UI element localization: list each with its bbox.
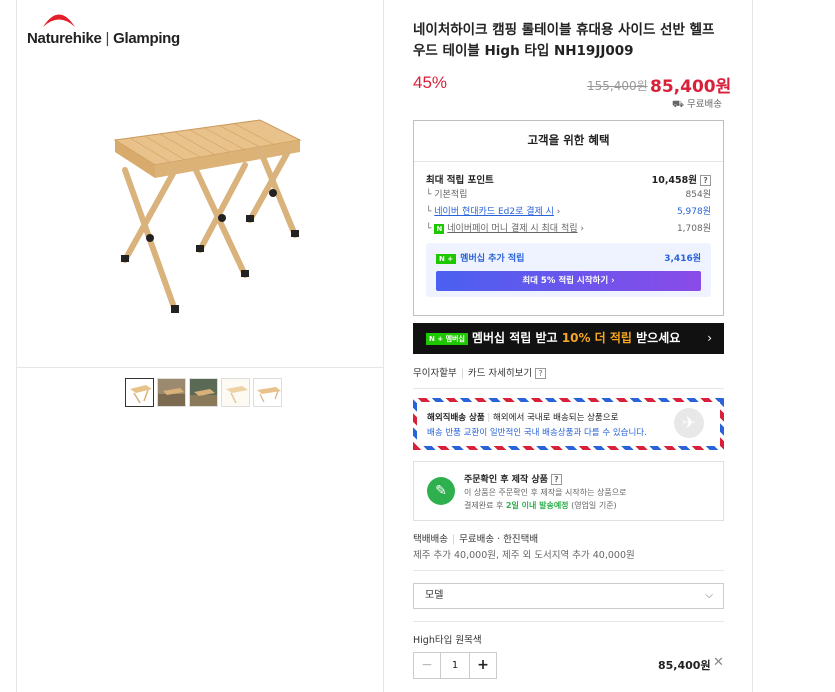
brand-logo[interactable]: Naturehike | Glamping — [27, 8, 187, 50]
divider — [413, 621, 724, 622]
help-icon[interactable]: ? — [550, 474, 562, 485]
divider — [413, 388, 724, 389]
card-detail-link[interactable]: 카드 자세히보기 — [468, 368, 532, 379]
product-main-image[interactable] — [85, 110, 315, 325]
delivery-extra-fee: 제주 추가 40,000원, 제주 외 도서지역 추가 40,000원 — [413, 550, 635, 561]
thumbnail-2[interactable] — [157, 378, 186, 407]
truck-icon: ⛟ — [672, 99, 684, 110]
thumbnail-4[interactable] — [221, 378, 250, 407]
max-points-row: 최대 적립 포인트 10,458원? — [426, 172, 711, 186]
divider — [413, 570, 724, 571]
benefit-box: 고객을 위한 혜택 최대 적립 포인트 10,458원? └ 기본적립 854원… — [413, 120, 724, 316]
thumbnail-3[interactable] — [189, 378, 218, 407]
membership-badge: N + 멤버십 — [426, 332, 468, 345]
delivery-info: 택배배송 | 무료배송 · 한진택배 — [413, 534, 539, 545]
remove-option-icon[interactable]: ✕ — [713, 655, 724, 670]
column-divider — [383, 0, 384, 692]
overseas-shipping-notice: 해외직배송 상품 | 해외에서 국내로 배송되는 상품으로 배송 반품 교환이 … — [413, 398, 724, 450]
discount-rate: 45% — [413, 73, 448, 92]
npay-icon: N — [434, 223, 445, 234]
thumbnail-1[interactable] — [125, 378, 154, 407]
benefit-title: 고객을 위한 혜택 — [527, 133, 610, 147]
membership-start-button[interactable]: 최대 5% 적립 시작하기 › — [436, 271, 701, 291]
help-icon[interactable]: ? — [535, 368, 547, 379]
benefit-divider — [414, 161, 723, 162]
membership-box: N + 멤버십 추가 적립 3,416원 최대 5% 적립 시작하기 › — [426, 243, 711, 297]
thumbnail-5[interactable] — [253, 378, 282, 407]
right-border — [752, 0, 753, 692]
shipping-info: ⛟ 무료배송 — [672, 99, 722, 110]
airplane-icon: ✈ — [674, 408, 704, 438]
made-to-order-notice: ✎ 주문확인 후 제작 상품? 이 상품은 주문확인 후 제작을 시작하는 상품… — [413, 461, 724, 521]
edit-icon: ✎ — [427, 477, 455, 505]
model-select[interactable]: 모델 ⌵ — [413, 583, 724, 609]
sale-price: 85,400원 — [650, 77, 732, 97]
product-page: Naturehike | Glamping 네이처하이크 캠핑 롤테이블 휴대용… — [0, 0, 835, 692]
thumbnail-strip — [125, 378, 282, 407]
quantity-value[interactable]: 1 — [441, 653, 469, 678]
npay-points-row[interactable]: └ N 네이버페이 머니 결제 시 최대 적립 › 1,708원 — [426, 221, 711, 234]
selected-option-name: High타입 원목색 — [413, 635, 482, 646]
chevron-right-icon: › — [707, 331, 712, 345]
card-points-row[interactable]: └ 네이버 현대카드 Ed2로 결제 시 › 5,978원 — [426, 204, 711, 217]
membership-banner[interactable]: N + 멤버십 멤버십 적립 받고 10% 더 적립 받으세요 › — [413, 323, 724, 354]
help-icon[interactable]: ? — [700, 175, 711, 186]
brand-arc-icon — [43, 14, 75, 27]
card-benefit-link[interactable]: 네이버 현대카드 Ed2로 결제 시 — [434, 207, 554, 217]
installment-info: 무이자할부 | 카드 자세히보기? — [413, 365, 547, 379]
quantity-stepper: − 1 + — [413, 652, 497, 679]
product-title: 네이처하이크 캠핑 롤테이블 휴대용 사이드 선반 헬프 우드 테이블 High… — [413, 22, 715, 59]
decrease-button[interactable]: − — [414, 653, 441, 678]
brand-logo-text: Naturehike | Glamping — [27, 30, 180, 47]
basic-points-row: └ 기본적립 854원 — [426, 190, 711, 200]
chevron-down-icon: ⌵ — [705, 590, 713, 601]
n-plus-badge: N + — [436, 254, 457, 264]
left-border — [16, 0, 17, 692]
image-divider — [16, 367, 383, 368]
option-price: 85,400원 — [658, 659, 711, 672]
original-price: 155,400원 — [587, 79, 648, 93]
increase-button[interactable]: + — [469, 653, 496, 678]
